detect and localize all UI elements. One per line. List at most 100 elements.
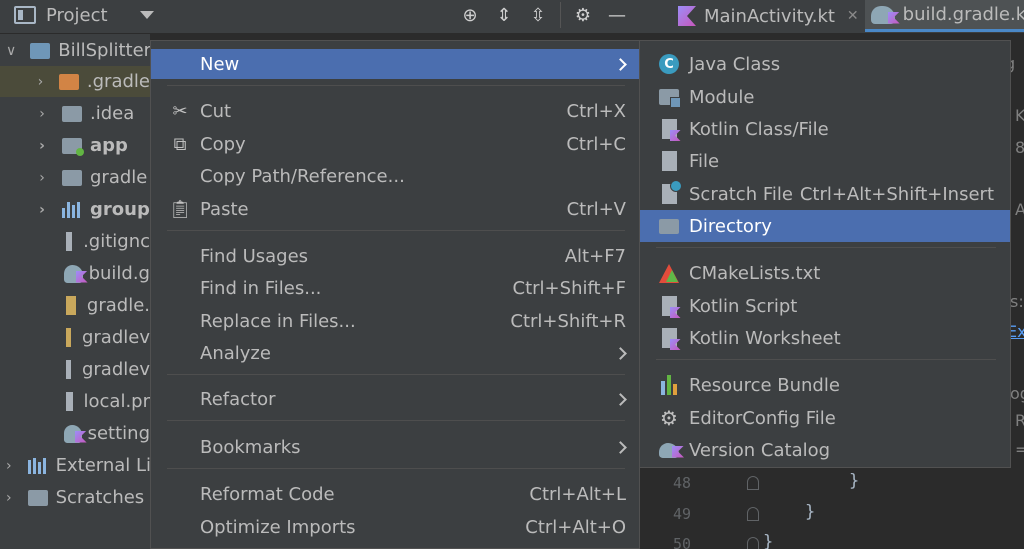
module-icon	[658, 86, 681, 108]
tree-item-label: External Li	[55, 455, 152, 476]
tree-item-gradlew[interactable]: gradlev	[0, 322, 150, 353]
menu-item-bookmarks[interactable]: Bookmarks	[151, 432, 639, 462]
menu-item-analyze[interactable]: Analyze	[151, 338, 639, 368]
clipboard-icon: 📋︎	[168, 198, 192, 220]
chevron-right-icon[interactable]: ›	[36, 74, 45, 90]
menu-item-copy[interactable]: ⧉ Copy Ctrl+C	[151, 129, 639, 159]
submenu-item-resource-bundle[interactable]: Resource Bundle	[640, 369, 1010, 401]
submenu-item-file[interactable]: File	[640, 145, 1010, 177]
menu-item-reformat-code[interactable]: Reformat Code Ctrl+Alt+L	[151, 479, 639, 509]
crosshair-icon[interactable]: ⊕	[456, 2, 484, 28]
tree-item-settings-gradle[interactable]: setting	[0, 418, 150, 449]
chevron-right-icon[interactable]: ›	[6, 458, 12, 474]
submenu-item-shortcut: Ctrl+Alt+Shift+Insert	[799, 183, 994, 205]
tree-item-gradle[interactable]: › gradle	[0, 162, 150, 193]
submenu-item-label: Scratch File	[689, 183, 793, 205]
menu-item-paste[interactable]: 📋︎ Paste Ctrl+V	[151, 194, 639, 224]
tree-item-scratches[interactable]: › Scratches a	[0, 482, 161, 513]
tree-item-gradle-folder[interactable]: › .gradle	[0, 66, 150, 97]
submenu-arrow-icon	[614, 57, 627, 71]
gradle-elephant-icon	[64, 424, 82, 443]
tree-item-gitignore[interactable]: .gitignc	[0, 226, 150, 257]
close-icon[interactable]: ✕	[847, 8, 859, 24]
menu-item-new[interactable]: New	[151, 49, 639, 79]
submenu-item-scratch-file[interactable]: Scratch File Ctrl+Alt+Shift+Insert	[640, 178, 1010, 210]
tree-item-idea[interactable]: › .idea	[0, 98, 150, 129]
menu-item-label: Refactor	[200, 388, 276, 410]
menu-item-shortcut: Alt+F7	[564, 245, 626, 267]
fold-marker-icon[interactable]	[747, 507, 759, 521]
submenu-item-label: Kotlin Worksheet	[689, 327, 841, 349]
tree-item-local-properties[interactable]: local.pr	[0, 386, 150, 417]
menu-item-replace-in-files[interactable]: Replace in Files... Ctrl+Shift+R	[151, 306, 639, 336]
fold-marker-icon[interactable]	[747, 476, 759, 490]
menu-item-refactor[interactable]: Refactor	[151, 384, 639, 414]
scratch-file-icon	[658, 180, 682, 205]
tree-item-app[interactable]: › app	[0, 130, 150, 161]
kotlin-worksheet-icon	[658, 327, 680, 349]
submenu-item-label: Resource Bundle	[689, 374, 840, 396]
collapse-all-icon[interactable]: ⇳	[524, 2, 552, 28]
tool-window-actions: ⊕ ⇕ ⇳ ⚙ —	[456, 2, 637, 28]
menu-item-find-in-files[interactable]: Find in Files... Ctrl+Shift+F	[151, 273, 639, 303]
menu-item-label: Reformat Code	[200, 483, 335, 505]
menu-item-label: Replace in Files...	[200, 310, 356, 332]
chevron-down-icon[interactable]	[139, 11, 154, 19]
submenu-item-cmakelists[interactable]: CMakeLists.txt	[640, 257, 1010, 289]
menu-separator	[656, 247, 996, 248]
menu-item-optimize-imports[interactable]: Optimize Imports Ctrl+Alt+O	[151, 512, 639, 542]
editor-text-fragment: og	[1010, 384, 1024, 403]
project-view-selector[interactable]: Project	[14, 0, 154, 30]
gradle-elephant-icon	[658, 439, 680, 461]
module-folder-icon	[62, 137, 84, 156]
tree-item-billsplitter[interactable]: ∨ BillSplitter	[0, 35, 151, 66]
menu-item-label: Copy	[200, 133, 246, 155]
kotlin-file-icon	[678, 6, 696, 26]
menu-item-copy-path[interactable]: Copy Path/Reference...	[151, 161, 639, 191]
tree-item-label: gradlev	[81, 359, 150, 380]
submenu-item-module[interactable]: Module	[640, 81, 1010, 113]
menu-item-shortcut: Ctrl+X	[566, 100, 626, 122]
kotlin-file-icon	[658, 118, 680, 140]
menu-item-find-usages[interactable]: Find Usages Alt+F7	[151, 241, 639, 271]
tab-mainactivity[interactable]: MainActivity.kt ✕	[672, 0, 865, 32]
expand-all-icon[interactable]: ⇕	[490, 2, 518, 28]
submenu-item-label: CMakeLists.txt	[689, 262, 821, 284]
code-brace: }	[805, 502, 816, 522]
copy-icon: ⧉	[173, 133, 187, 155]
tree-item-external-libraries[interactable]: › External Li	[0, 450, 152, 481]
ide-window: Project ⊕ ⇕ ⇳ ⚙ — MainActivity.kt ✕ buil…	[0, 0, 1024, 549]
menu-item-cut[interactable]: ✂ Cut Ctrl+X	[151, 96, 639, 126]
submenu-item-kotlin-script[interactable]: Kotlin Script	[640, 290, 1010, 322]
chevron-right-icon[interactable]: ›	[36, 202, 48, 218]
submenu-item-java-class[interactable]: C Java Class	[640, 48, 1010, 80]
gear-icon[interactable]: ⚙	[569, 2, 597, 28]
hide-icon[interactable]: —	[603, 2, 631, 28]
line-number: 48	[673, 474, 692, 492]
menu-item-shortcut: Ctrl+Alt+O	[525, 516, 626, 538]
chevron-right-icon[interactable]: ›	[36, 170, 48, 186]
tree-item-gradle-properties[interactable]: gradle.	[0, 290, 150, 321]
tab-build-gradle[interactable]: build.gradle.kts	[864, 0, 1024, 32]
menu-separator	[167, 374, 625, 375]
chevron-right-icon[interactable]: ›	[36, 138, 48, 154]
fold-marker-icon[interactable]	[747, 537, 759, 549]
submenu-item-directory[interactable]: Directory	[640, 210, 1010, 242]
submenu-item-editorconfig[interactable]: ⚙ EditorConfig File	[640, 402, 1010, 434]
project-view-label: Project	[46, 4, 108, 26]
tree-item-gradlew-bat[interactable]: gradlev	[0, 354, 150, 385]
submenu-item-kotlin-class[interactable]: Kotlin Class/File	[640, 113, 1010, 145]
menu-item-label: Bookmarks	[200, 436, 301, 458]
chevron-down-icon[interactable]: ∨	[6, 43, 16, 59]
chevron-right-icon[interactable]: ›	[36, 106, 48, 122]
tree-item-group[interactable]: › group	[0, 194, 150, 225]
tree-item-label: .gitignc	[83, 231, 150, 252]
submenu-item-label: Directory	[689, 215, 772, 237]
tree-item-build-gradle[interactable]: build.g	[0, 258, 150, 289]
submenu-item-kotlin-worksheet[interactable]: Kotlin Worksheet	[640, 322, 1010, 354]
menu-separator	[167, 420, 625, 421]
submenu-item-version-catalog[interactable]: Version Catalog	[640, 434, 1010, 466]
chevron-right-icon[interactable]: ›	[6, 490, 12, 506]
tree-item-label: gradle.	[86, 295, 150, 316]
menu-item-label: Analyze	[200, 342, 271, 364]
